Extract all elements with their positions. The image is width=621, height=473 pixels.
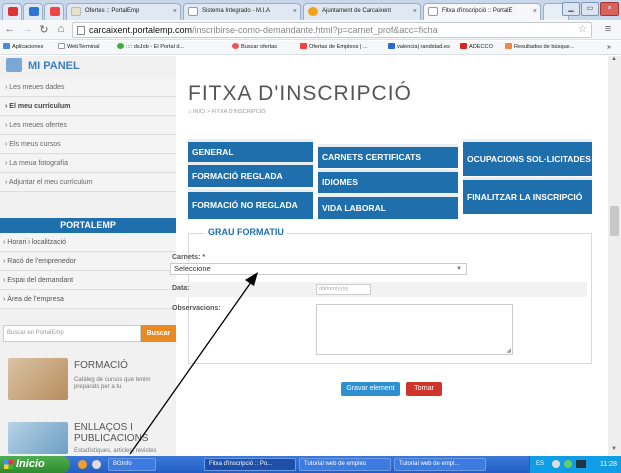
taskbar-item[interactable]: Tutorial web de empl...: [394, 458, 486, 471]
tab-title: Ofertes :: PortalEmp: [85, 8, 140, 14]
navigation-bar: ← → ↻ ⌂ carcaixent.portalemp.com/inscrib…: [0, 20, 621, 40]
document-icon: [428, 7, 438, 16]
close-icon[interactable]: ×: [533, 4, 537, 19]
clock[interactable]: 11:28: [600, 456, 617, 473]
close-icon[interactable]: ×: [173, 4, 177, 19]
mail-icon: [8, 7, 18, 16]
menu-icon[interactable]: ≡: [602, 23, 614, 35]
randstad-icon: [388, 43, 395, 49]
url-path: /inscribirse-como-demandante.html?p=carn…: [192, 25, 438, 35]
job-icon: [300, 43, 307, 49]
star-icon[interactable]: ☆: [578, 23, 587, 37]
taskbar-item[interactable]: Tutorial web de empleo: [299, 458, 391, 471]
bookmark-item[interactable]: Ofertas de Empleos | ...: [300, 41, 368, 54]
pinned-tab-3[interactable]: [44, 3, 64, 20]
search-icon: [232, 43, 239, 49]
close-window-button[interactable]: ×: [600, 2, 619, 16]
scroll-down-icon[interactable]: ▼: [611, 446, 617, 452]
quicklaunch-icon[interactable]: [92, 460, 101, 469]
url-host: carcaixent.portalemp.com: [89, 25, 193, 35]
start-button[interactable]: Inicio: [0, 456, 70, 473]
close-icon[interactable]: ×: [293, 4, 297, 19]
tab-title: Fitxa d'inscripció :: PortalE: [442, 8, 513, 14]
system-tray: ES 11:28: [529, 456, 621, 473]
minimize-button[interactable]: ▁: [562, 2, 580, 16]
bookmarks-overflow[interactable]: »: [607, 41, 611, 54]
quicklaunch-icon[interactable]: [78, 460, 87, 469]
pinned-tab-1[interactable]: [2, 3, 22, 20]
windows-logo-icon: [4, 460, 13, 469]
annotation-arrow: [129, 272, 258, 455]
globe-icon: [308, 7, 318, 16]
tab-title: Ajuntament de Carcaixent: [322, 8, 392, 14]
maximize-button[interactable]: ▭: [581, 2, 599, 16]
bookmark-item[interactable]: Aplicaciones: [3, 41, 43, 54]
reload-icon[interactable]: ↻: [38, 23, 50, 36]
arrow-head: [245, 272, 258, 286]
browser-tab[interactable]: Ofertes :: PortalEmp ×: [66, 3, 181, 20]
language-indicator[interactable]: ES: [536, 456, 544, 473]
bookmark-item[interactable]: valencia| randstad.es: [388, 41, 450, 54]
taskbar-item[interactable]: BGInfo: [108, 458, 156, 471]
bookmark-item[interactable]: :::: dsJob - El Portal d...: [117, 41, 184, 54]
browser-tab-active[interactable]: Fitxa d'inscripció :: PortalE ×: [423, 3, 541, 20]
tab-title: Sistema Integrado - M.I.A: [202, 8, 271, 14]
bookmark-item[interactable]: Buscar ofertas: [232, 41, 277, 54]
taskbar: Inicio BGInfo Fitxa d'inscripció :: Po..…: [0, 456, 621, 473]
taskbar-item-active[interactable]: Fitxa d'inscripció :: Po...: [204, 458, 296, 471]
arrow-line: [129, 277, 255, 455]
page-info-icon: [77, 26, 85, 35]
close-icon[interactable]: ×: [413, 4, 417, 19]
browser-tab[interactable]: Sistema Integrado - M.I.A ×: [183, 3, 301, 20]
gmail-icon: [50, 7, 60, 16]
bookmark-item[interactable]: ADECCO: [460, 41, 493, 54]
network-icon[interactable]: [576, 460, 586, 468]
bookmarks-bar: Aplicaciones WebTerminal :::: dsJob - El…: [0, 41, 621, 55]
results-icon: [505, 43, 512, 49]
adecco-icon: [460, 43, 467, 49]
scroll-thumb[interactable]: [610, 206, 619, 236]
bookmark-item[interactable]: Resultados de búsque...: [505, 41, 574, 54]
pinned-tab-2[interactable]: [23, 3, 43, 20]
apps-icon: [3, 43, 10, 49]
page-icon: [71, 7, 81, 16]
scroll-up-icon[interactable]: ▲: [611, 56, 617, 62]
document-icon: [58, 43, 65, 49]
web-page: MI PANEL › Les meues dades › El meu curr…: [0, 56, 608, 456]
tray-icon[interactable]: [564, 460, 572, 468]
globe-icon: [117, 43, 124, 49]
calendar-icon: [29, 7, 39, 16]
browser-tab[interactable]: Ajuntament de Carcaixent ×: [303, 3, 421, 20]
address-bar[interactable]: carcaixent.portalemp.com/inscribirse-com…: [72, 22, 592, 38]
forward-arrow-icon[interactable]: →: [21, 23, 33, 35]
browser-tab-strip: Ofertes :: PortalEmp × Sistema Integrado …: [0, 0, 621, 20]
page-scrollbar[interactable]: ▲ ▼: [608, 56, 621, 456]
bookmark-item[interactable]: WebTerminal: [58, 41, 100, 54]
home-icon[interactable]: ⌂: [55, 23, 67, 35]
tray-icon[interactable]: [552, 460, 560, 468]
back-arrow-icon[interactable]: ←: [4, 23, 16, 35]
document-icon: [188, 7, 198, 16]
